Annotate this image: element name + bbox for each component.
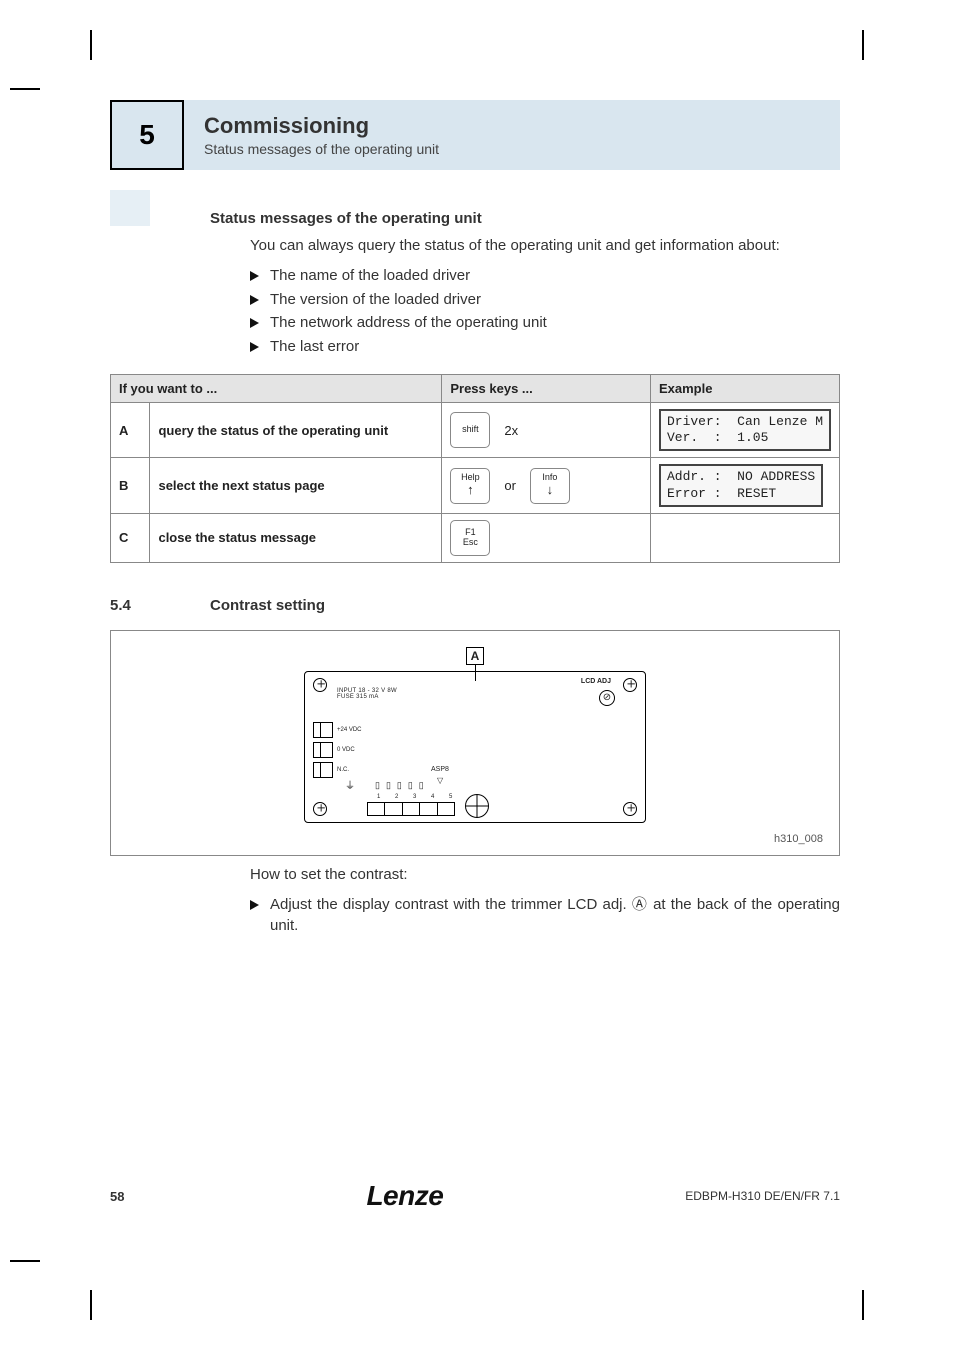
crop-mark — [10, 88, 40, 90]
jack-icon — [313, 762, 333, 778]
connector-icon — [367, 802, 455, 816]
doc-code: EDBPM-H310 DE/EN/FR 7.1 — [685, 1189, 840, 1203]
key-info-icon: Info ↓ — [530, 468, 570, 504]
table-row: B select the next status page Help ↑ or … — [111, 458, 840, 514]
screw-icon: ✕ — [623, 678, 637, 692]
intro-text: You can always query the status of the o… — [250, 235, 840, 257]
bullet-item: The network address of the operating uni… — [250, 312, 840, 334]
chapter-bar: 5 Commissioning Status messages of the o… — [110, 100, 840, 170]
section-heading: 5.3 Status messages of the operating uni… — [110, 210, 840, 227]
key-f1-esc-icon: F1 Esc — [450, 520, 490, 556]
lcd-example: Addr. : NO ADDRESS Error : RESET — [659, 464, 823, 507]
bullet-item: The last error — [250, 336, 840, 358]
page-number: 58 — [110, 1189, 124, 1204]
row-example: Addr. : NO ADDRESS Error : RESET — [650, 458, 839, 514]
lcd-adj-label: LCD ADJ — [581, 678, 611, 685]
bullet-list: The name of the loaded driver The versio… — [250, 265, 840, 358]
table-header: If you want to ... — [111, 374, 442, 402]
or-text: or — [504, 478, 516, 493]
section-body: You can always query the status of the o… — [250, 235, 840, 358]
screw-icon: ✕ — [313, 678, 327, 692]
port: +24 VDC — [313, 722, 362, 738]
crop-mark — [862, 30, 864, 60]
howto-text: How to set the contrast: — [250, 864, 840, 886]
step-list: Adjust the display contrast with the tri… — [250, 894, 840, 938]
step-item: Adjust the display contrast with the tri… — [250, 894, 840, 938]
key-shift-icon: shift — [450, 412, 490, 448]
row-id: B — [111, 458, 150, 514]
instruction-table: If you want to ... Press keys ... Exampl… — [110, 374, 840, 563]
section-number: 5.4 — [110, 597, 210, 614]
input-spec: INPUT 18 - 32 V 8W FUSE 315 mA — [337, 688, 397, 700]
screw-icon: ✕ — [313, 802, 327, 816]
jack-icon — [313, 722, 333, 738]
row-example — [650, 513, 839, 562]
section-title: Contrast setting — [210, 597, 325, 614]
key-label: Esc — [463, 538, 478, 548]
contrast-figure: A ✕ ✕ ✕ ✕ LCD ADJ ⊘ INPUT 18 - 32 V 8W F… — [110, 630, 840, 856]
table-header: Example — [650, 374, 839, 402]
trimmer-icon: ⊘ — [599, 690, 615, 706]
port-label: N.C. — [337, 767, 349, 773]
crop-mark — [90, 30, 92, 60]
row-id: C — [111, 513, 150, 562]
brand-logo: Lenze — [366, 1180, 443, 1212]
globe-icon — [465, 794, 489, 818]
chapter-subtitle: Status messages of the operating unit — [204, 141, 820, 157]
earth-icon: ⏚ — [345, 777, 355, 792]
row-keys: F1 Esc — [442, 513, 651, 562]
pin-icons: ▯▯▯▯▯ — [375, 780, 430, 791]
key-times: 2x — [504, 423, 518, 438]
bullet-item: The name of the loaded driver — [250, 265, 840, 287]
left-accent — [110, 190, 150, 226]
section-heading: 5.4 Contrast setting — [110, 597, 840, 614]
row-desc: close the status message — [150, 513, 442, 562]
section-body: How to set the contrast: Adjust the disp… — [250, 864, 840, 937]
row-desc: query the status of the operating unit — [150, 402, 442, 458]
section-title: Status messages of the operating unit — [210, 210, 482, 227]
callout-a-icon: A — [466, 647, 484, 665]
page-content: 5 Commissioning Status messages of the o… — [110, 100, 840, 939]
port: N.C. — [313, 762, 362, 778]
input-spec-line: INPUT 18 - 32 V 8W — [337, 688, 397, 694]
bullet-item: The version of the loaded driver — [250, 289, 840, 311]
row-desc: select the next status page — [150, 458, 442, 514]
port: 0 VDC — [313, 742, 362, 758]
ports: +24 VDC 0 VDC N.C. — [313, 722, 362, 778]
page-footer: 58 Lenze EDBPM-H310 DE/EN/FR 7.1 — [110, 1180, 840, 1212]
row-keys: Help ↑ or Info ↓ — [442, 458, 651, 514]
chapter-text: Commissioning Status messages of the ope… — [184, 100, 840, 170]
chapter-number: 5 — [110, 100, 184, 170]
row-example: Driver: Can Lenze M Ver. : 1.05 — [650, 402, 839, 458]
row-id: A — [111, 402, 150, 458]
jack-icon — [313, 742, 333, 758]
port-label: 0 VDC — [337, 747, 355, 753]
row-keys: shift 2x — [442, 402, 651, 458]
lcd-example: Driver: Can Lenze M Ver. : 1.05 — [659, 409, 831, 452]
figure-code: h310_008 — [774, 833, 823, 845]
arrow-down-icon: ↓ — [547, 483, 554, 497]
chapter-title: Commissioning — [204, 113, 820, 139]
pin-numbers: 1 2 3 4 5 — [377, 794, 459, 800]
asp8-label: ASP8 — [431, 766, 449, 773]
table-row: C close the status message F1 Esc — [111, 513, 840, 562]
asp8-arrow-icon: ▽ — [437, 776, 443, 785]
key-label: shift — [462, 425, 479, 435]
table-header: Press keys ... — [442, 374, 651, 402]
crop-mark — [90, 1290, 92, 1320]
screw-icon: ✕ — [623, 802, 637, 816]
table-row: A query the status of the operating unit… — [111, 402, 840, 458]
input-spec-line: FUSE 315 mA — [337, 694, 397, 700]
device-back-diagram: ✕ ✕ ✕ ✕ LCD ADJ ⊘ INPUT 18 - 32 V 8W FUS… — [304, 671, 646, 823]
port-label: +24 VDC — [337, 727, 362, 733]
crop-mark — [10, 1260, 40, 1262]
key-help-icon: Help ↑ — [450, 468, 490, 504]
arrow-up-icon: ↑ — [467, 483, 474, 497]
crop-mark — [862, 1290, 864, 1320]
